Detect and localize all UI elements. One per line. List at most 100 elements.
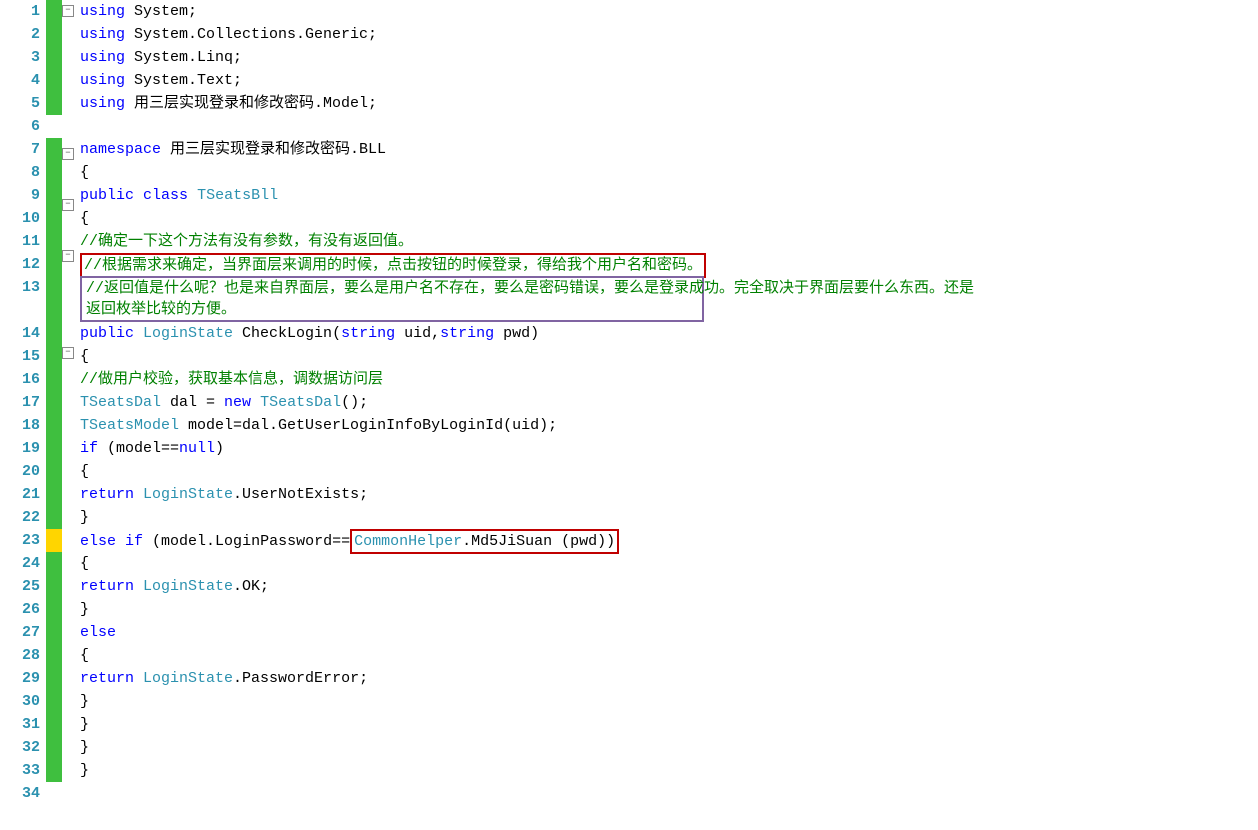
code-line[interactable]: if (model==null) <box>80 437 706 460</box>
code-line[interactable]: //做用户校验，获取基本信息，调数据访问层 <box>80 368 706 391</box>
code-token: using <box>80 26 125 43</box>
modification-marker <box>46 598 62 621</box>
code-line[interactable]: { <box>80 460 706 483</box>
code-line[interactable]: //根据需求来确定，当界面层来调用的时候，点击按钮的时候登录，得给我个用户名和密… <box>80 253 706 276</box>
fold-margin[interactable]: − − − − − <box>62 0 76 830</box>
code-token: return <box>80 486 134 503</box>
code-editor[interactable]: 1234567891011121314151617181920212223242… <box>0 0 1258 830</box>
code-token: } <box>80 693 89 710</box>
code-line[interactable]: { <box>80 345 706 368</box>
code-token: System; <box>125 3 197 20</box>
code-line[interactable]: } <box>80 690 706 713</box>
code-token: .OK; <box>233 578 269 595</box>
modification-marker <box>46 46 62 69</box>
code-token <box>188 187 197 204</box>
modification-margin <box>46 0 62 830</box>
fold-toggle-icon[interactable]: − <box>62 148 74 160</box>
code-line[interactable]: { <box>80 552 706 575</box>
code-line[interactable]: using System.Linq; <box>80 46 706 69</box>
code-token: if <box>80 440 98 457</box>
code-line[interactable]: namespace 用三层实现登录和修改密码.BLL <box>80 138 706 161</box>
code-line[interactable]: else if (model.LoginPassword==CommonHelp… <box>80 529 706 552</box>
code-token: { <box>80 210 89 227</box>
code-token: return <box>80 578 134 595</box>
modification-marker <box>46 345 62 368</box>
code-line[interactable]: { <box>80 161 706 184</box>
modification-marker <box>46 92 62 115</box>
line-number: 20 <box>0 460 40 483</box>
modification-marker <box>46 713 62 736</box>
code-line[interactable]: using System.Text; <box>80 69 706 92</box>
code-line[interactable]: } <box>80 598 706 621</box>
code-token: } <box>80 762 89 779</box>
code-line[interactable]: public class TSeatsBll <box>80 184 706 207</box>
fold-toggle-icon[interactable]: − <box>62 5 74 17</box>
line-number: 27 <box>0 621 40 644</box>
code-line[interactable]: } <box>80 736 706 759</box>
code-token: new <box>224 394 251 411</box>
code-line[interactable] <box>80 782 706 805</box>
code-token: CheckLogin( <box>233 325 341 342</box>
code-line[interactable]: using System; <box>80 0 706 23</box>
line-number: 28 <box>0 644 40 667</box>
code-line[interactable]: TSeatsDal dal = new TSeatsDal(); <box>80 391 706 414</box>
code-token: } <box>80 601 89 618</box>
line-number: 33 <box>0 759 40 782</box>
code-area[interactable]: using System;using System.Collections.Ge… <box>76 0 706 830</box>
code-line[interactable]: { <box>80 644 706 667</box>
code-line[interactable]: } <box>80 759 706 782</box>
code-line[interactable] <box>80 115 706 138</box>
modification-marker <box>46 276 62 322</box>
code-line[interactable]: using 用三层实现登录和修改密码.Model; <box>80 92 706 115</box>
fold-toggle-icon[interactable]: − <box>62 250 74 262</box>
code-token: System.Linq; <box>125 49 242 66</box>
code-line[interactable]: return LoginState.UserNotExists; <box>80 483 706 506</box>
code-token: { <box>80 164 89 181</box>
code-token: //根据需求来确定，当界面层来调用的时候，点击按钮的时候登录，得给我个用户名和密… <box>80 253 706 278</box>
line-number: 30 <box>0 690 40 713</box>
modification-marker <box>46 207 62 230</box>
modification-marker <box>46 138 62 161</box>
code-line[interactable]: TSeatsModel model=dal.GetUserLoginInfoBy… <box>80 414 706 437</box>
line-number: 1 <box>0 0 40 23</box>
code-token: else <box>80 624 116 641</box>
code-token: pwd) <box>494 325 539 342</box>
code-line[interactable]: } <box>80 506 706 529</box>
modification-marker <box>46 736 62 759</box>
code-token: } <box>80 739 89 756</box>
code-token: .PasswordError; <box>233 670 368 687</box>
modification-marker <box>46 391 62 414</box>
fold-toggle-icon[interactable]: − <box>62 347 74 359</box>
code-line[interactable]: //返回值是什么呢？也是来自界面层，要么是用户名不存在，要么是密码错误，要么是登… <box>80 276 706 322</box>
code-token: LoginState <box>143 486 233 503</box>
line-number: 2 <box>0 23 40 46</box>
code-token: uid, <box>395 325 440 342</box>
line-number: 25 <box>0 575 40 598</box>
code-line[interactable]: //确定一下这个方法有没有参数，有没有返回值。 <box>80 230 706 253</box>
code-line[interactable]: using System.Collections.Generic; <box>80 23 706 46</box>
code-token: string <box>440 325 494 342</box>
code-line[interactable]: } <box>80 713 706 736</box>
code-token <box>134 578 143 595</box>
code-line[interactable]: else <box>80 621 706 644</box>
line-number: 6 <box>0 115 40 138</box>
code-token: dal = <box>161 394 224 411</box>
code-line[interactable]: return LoginState.OK; <box>80 575 706 598</box>
code-token: LoginState <box>143 325 233 342</box>
fold-toggle-icon[interactable]: − <box>62 199 74 211</box>
code-token: return <box>80 670 134 687</box>
code-line[interactable]: { <box>80 207 706 230</box>
code-token: LoginState <box>143 578 233 595</box>
line-number: 32 <box>0 736 40 759</box>
annotation-red: CommonHelper.Md5JiSuan (pwd)) <box>350 529 619 554</box>
modification-marker <box>46 483 62 506</box>
code-token: 返回枚举比较的方便。 <box>86 301 236 318</box>
line-number: 17 <box>0 391 40 414</box>
code-line[interactable]: public LoginState CheckLogin(string uid,… <box>80 322 706 345</box>
line-number: 4 <box>0 69 40 92</box>
modification-marker <box>46 552 62 575</box>
line-number: 22 <box>0 506 40 529</box>
code-line[interactable]: return LoginState.PasswordError; <box>80 667 706 690</box>
line-number: 34 <box>0 782 40 805</box>
modification-marker <box>46 230 62 253</box>
